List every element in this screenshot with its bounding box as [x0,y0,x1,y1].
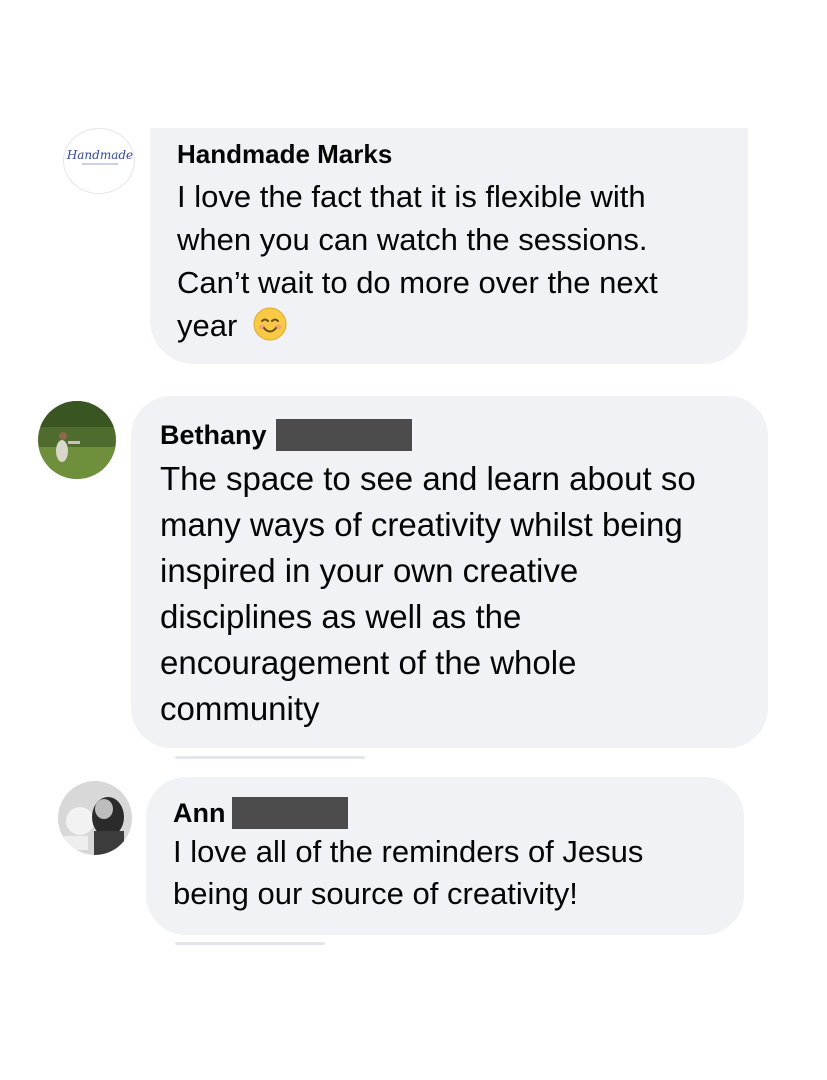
avatar[interactable] [38,401,116,479]
redacted-surname [275,419,412,451]
comment-body: The space to see and learn about so many… [160,460,696,727]
redacted-surname [232,797,349,829]
clipped-action-row [175,942,325,945]
brand-logo-icon: Handmade [66,148,133,165]
author-name[interactable]: Ann [173,798,225,829]
comment-text: I love the fact that it is flexible with… [177,175,722,347]
comment-bubble: Ann I love all of the reminders of Jesus… [146,777,744,935]
clipped-action-row [175,756,365,759]
comment-bubble: Bethany The space to see and learn about… [131,396,768,748]
author-name[interactable]: Bethany [160,420,267,451]
profile-photo-icon [38,401,116,479]
comment-bubble: Handmade Marks I love the fact that it i… [150,128,748,364]
author-name[interactable]: Handmade Marks [177,139,392,170]
comment-author[interactable]: Bethany [160,418,738,452]
profile-photo-icon [58,781,132,855]
comment-thread: Handmade Handmade Marks I love the fact … [0,0,827,1080]
smiling-face-icon [253,307,287,341]
comment-author[interactable]: Handmade Marks [177,139,722,169]
avatar[interactable] [58,781,132,855]
avatar[interactable]: Handmade [63,128,135,194]
avatar-logo-text: Handmade [66,148,133,162]
comment-body: I love all of the reminders of Jesus bei… [173,834,644,911]
comment-author[interactable]: Ann [173,796,718,830]
comment-body: I love the fact that it is flexible with… [177,179,658,343]
